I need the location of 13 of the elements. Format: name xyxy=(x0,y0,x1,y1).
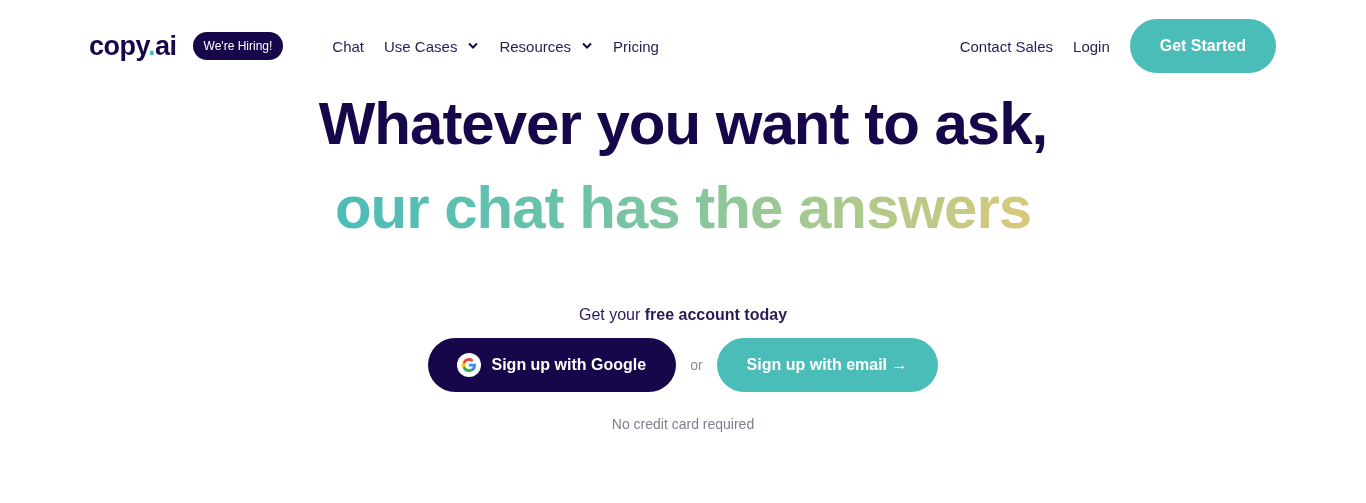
nav-dropdown[interactable]: Use Cases xyxy=(384,37,480,55)
nav-link[interactable]: Login xyxy=(1073,37,1110,55)
google-signup-button[interactable]: Sign up with Google xyxy=(428,338,677,392)
nav-link[interactable]: Pricing xyxy=(613,37,659,55)
hiring-badge[interactable]: We're Hiring! xyxy=(192,32,284,60)
logo[interactable]: copy.ai xyxy=(89,30,177,62)
headline: Whatever you want to ask, xyxy=(318,89,1048,159)
nav-link[interactable]: Chat xyxy=(332,37,364,55)
nav-link[interactable]: Contact Sales xyxy=(959,37,1054,55)
subtitle: Get your free account today xyxy=(578,306,788,324)
note: No credit card required xyxy=(611,416,755,432)
nav-dropdown[interactable]: Resources xyxy=(499,37,594,55)
or-separator: or xyxy=(690,357,703,373)
